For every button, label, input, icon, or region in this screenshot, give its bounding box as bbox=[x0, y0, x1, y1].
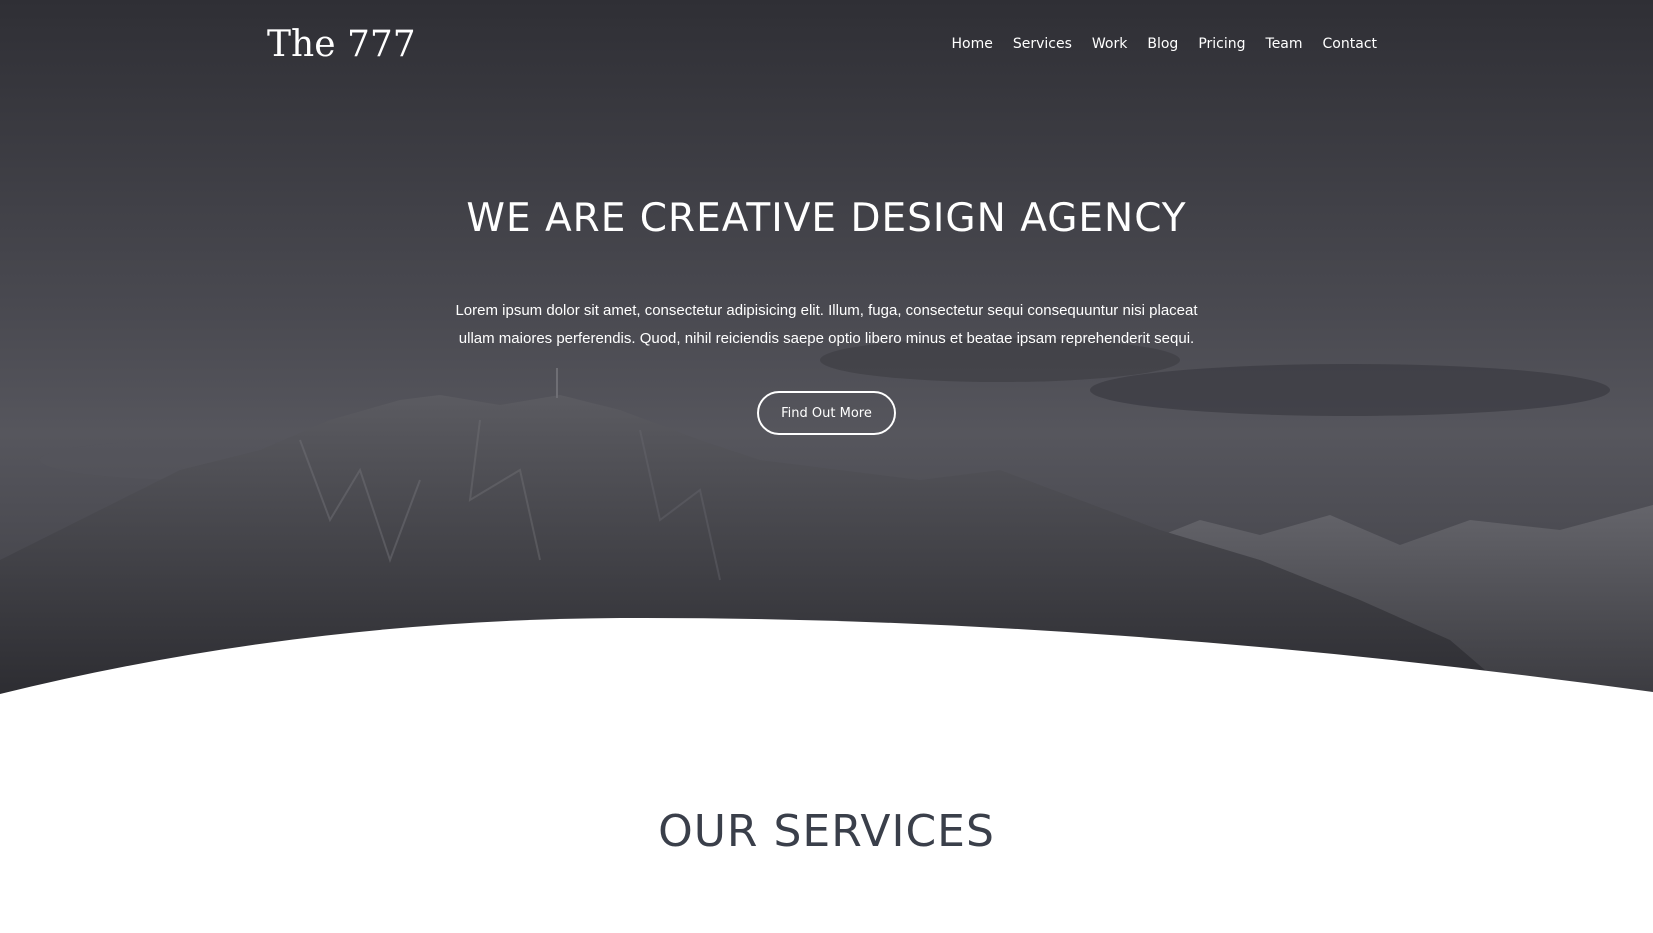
page: The 777 Home Services Work Blog Pricing … bbox=[0, 0, 1653, 933]
hero-title: WE ARE CREATIVE DESIGN AGENCY bbox=[466, 196, 1187, 241]
nav-item-contact[interactable]: Contact bbox=[1323, 36, 1377, 52]
hero-description: Lorem ipsum dolor sit amet, consectetur … bbox=[426, 297, 1227, 353]
nav-item-blog[interactable]: Blog bbox=[1147, 36, 1178, 52]
main-nav: Home Services Work Blog Pricing Team Con… bbox=[932, 36, 1377, 52]
site-header: The 777 Home Services Work Blog Pricing … bbox=[0, 0, 1653, 92]
nav-item-work[interactable]: Work bbox=[1092, 36, 1127, 52]
nav-item-home[interactable]: Home bbox=[952, 36, 993, 52]
services-section-title: OUR SERVICES bbox=[658, 806, 995, 857]
hero-section: The 777 Home Services Work Blog Pricing … bbox=[0, 0, 1653, 700]
hero-curve-divider bbox=[0, 617, 1653, 710]
find-out-more-button[interactable]: Find Out More bbox=[757, 391, 896, 435]
nav-item-team[interactable]: Team bbox=[1266, 36, 1303, 52]
hero-description-line-2: ullam maiores perferendis. Quod, nihil r… bbox=[458, 330, 1195, 347]
site-logo[interactable]: The 777 bbox=[267, 24, 416, 65]
nav-item-services[interactable]: Services bbox=[1013, 36, 1072, 52]
hero-description-line-1: Lorem ipsum dolor sit amet, consectetur … bbox=[455, 302, 1198, 319]
nav-item-pricing[interactable]: Pricing bbox=[1198, 36, 1245, 52]
